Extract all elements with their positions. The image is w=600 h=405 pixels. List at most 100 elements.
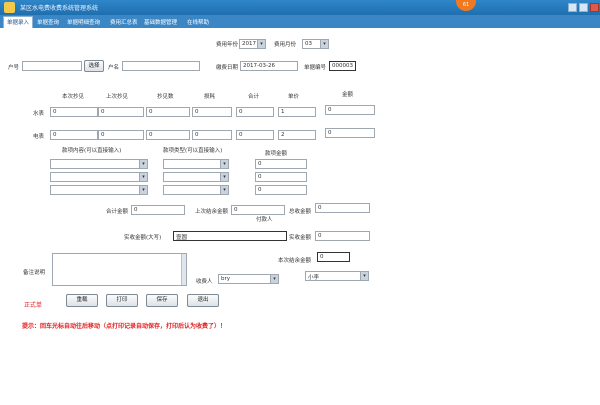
fee-type-label: 款项类型(可以直接输入) bbox=[163, 148, 223, 154]
electric-count-input[interactable]: 0 bbox=[146, 130, 190, 140]
account-label: 户号 bbox=[8, 65, 20, 71]
fee-type-select-1[interactable]: ▾ bbox=[163, 159, 229, 169]
received-upper-label: 实收金额(大写) bbox=[124, 235, 162, 241]
fee-type-select-2[interactable]: ▾ bbox=[163, 172, 229, 182]
tab-document-detail-query[interactable]: 单据明细查询 bbox=[64, 17, 103, 27]
doc-no-input[interactable]: 000003 bbox=[329, 61, 356, 71]
chevron-down-icon[interactable]: ▾ bbox=[139, 173, 147, 181]
received-input[interactable]: 0 bbox=[315, 231, 370, 241]
tab-document-query[interactable]: 单据查询 bbox=[34, 17, 62, 27]
chevron-down-icon[interactable]: ▾ bbox=[220, 186, 228, 194]
water-loss-input[interactable]: 0 bbox=[192, 107, 232, 117]
fee-type-select-3[interactable]: ▾ bbox=[163, 185, 229, 195]
doc-no-label: 单据编号 bbox=[304, 65, 327, 71]
print-button[interactable]: 打印 bbox=[106, 294, 138, 307]
tab-base-data[interactable]: 基础数据管理 bbox=[141, 17, 180, 27]
col-loss: 损耗 bbox=[204, 94, 216, 100]
remarks-scrollbar[interactable] bbox=[181, 254, 186, 285]
remarks-label: 备注说明 bbox=[23, 270, 46, 276]
collector-label: 收费人 bbox=[196, 279, 213, 285]
fee-item-select-1[interactable]: ▾ bbox=[50, 159, 148, 169]
total-label: 总收金额 bbox=[289, 209, 312, 215]
reload-button[interactable]: 重载 bbox=[66, 294, 98, 307]
tab-bar: 单据录入 单据查询 单据明细查询 费用汇总表 基础数据管理 在线帮助 bbox=[0, 15, 600, 28]
balance-input[interactable]: 0 bbox=[317, 252, 350, 262]
electric-loss-input[interactable]: 0 bbox=[192, 130, 232, 140]
chevron-down-icon[interactable]: ▾ bbox=[139, 160, 147, 168]
water-count-input[interactable]: 0 bbox=[146, 107, 190, 117]
electric-last-input[interactable]: 0 bbox=[98, 130, 144, 140]
fee-item-select-2[interactable]: ▾ bbox=[50, 172, 148, 182]
title-bar: 某区水电费收费系统管理系统 61 bbox=[0, 0, 600, 15]
col-sum: 合计 bbox=[248, 94, 260, 100]
remarks-textarea[interactable] bbox=[52, 253, 187, 286]
last-balance-input[interactable]: 0 bbox=[231, 205, 285, 215]
date-input[interactable]: 2017-03-26 bbox=[240, 61, 298, 71]
fee-amount-input-2[interactable]: 0 bbox=[255, 172, 307, 182]
total-input[interactable]: 0 bbox=[315, 203, 370, 213]
received-upper-input[interactable]: 壹圆 bbox=[173, 231, 287, 241]
main-form: 费用年份 2017 ▾ 费用月份 03 ▾ 户号 选择 户名 缴费日期 2017… bbox=[0, 28, 600, 405]
water-unit-price-input[interactable]: 1 bbox=[278, 107, 316, 117]
electric-sum-input[interactable]: 0 bbox=[236, 130, 274, 140]
subtotal-input[interactable]: 0 bbox=[131, 205, 185, 215]
close-icon[interactable] bbox=[590, 3, 599, 12]
status-label: 正式单 bbox=[24, 302, 43, 309]
chevron-down-icon[interactable]: ▾ bbox=[220, 173, 228, 181]
date-label: 缴费日期 bbox=[216, 65, 239, 71]
exit-button[interactable]: 退出 bbox=[187, 294, 219, 307]
electric-amount-input[interactable]: 0 bbox=[325, 128, 375, 138]
fee-item-label: 款项内容(可以直接输入) bbox=[62, 148, 122, 154]
name-label: 户名 bbox=[108, 65, 120, 71]
select-account-button[interactable]: 选择 bbox=[84, 60, 104, 72]
chevron-down-icon[interactable]: ▾ bbox=[257, 40, 265, 48]
fee-amount-input-1[interactable]: 0 bbox=[255, 159, 307, 169]
fee-month-select[interactable]: 03 ▾ bbox=[302, 39, 329, 49]
collector-select[interactable]: bry ▾ bbox=[218, 274, 279, 284]
save-button[interactable]: 保存 bbox=[146, 294, 178, 307]
col-reading-count: 抄见数 bbox=[157, 94, 174, 100]
tab-document-entry[interactable]: 单据录入 bbox=[3, 16, 34, 28]
fee-item-select-3[interactable]: ▾ bbox=[50, 185, 148, 195]
maximize-icon[interactable] bbox=[579, 3, 588, 12]
fee-year-select[interactable]: 2017 ▾ bbox=[239, 39, 266, 49]
chevron-down-icon[interactable]: ▾ bbox=[139, 186, 147, 194]
fee-amount-input-3[interactable]: 0 bbox=[255, 185, 307, 195]
unit-select[interactable]: 小李 ▾ bbox=[305, 271, 369, 281]
fee-amount-label: 款项金额 bbox=[265, 151, 288, 157]
water-sum-input[interactable]: 0 bbox=[236, 107, 274, 117]
chevron-down-icon[interactable]: ▾ bbox=[320, 40, 328, 48]
tip-text: 提示：回车光标自动往后移动（点打印记录自动保存，打印后认为收费了）！ bbox=[22, 323, 227, 330]
fee-year-value: 2017 bbox=[242, 41, 256, 47]
col-last-reading: 上次抄见 bbox=[106, 94, 129, 100]
fee-month-value: 03 bbox=[305, 41, 312, 47]
chevron-down-icon[interactable]: ▾ bbox=[360, 272, 368, 280]
last-balance-label: 上次结余金额 bbox=[195, 209, 229, 215]
tab-online-help[interactable]: 在线帮助 bbox=[184, 17, 212, 27]
account-input[interactable] bbox=[22, 61, 82, 71]
col-amount: 金额 bbox=[342, 92, 354, 98]
col-unit-price: 单价 bbox=[288, 94, 300, 100]
collector-value: bry bbox=[221, 276, 231, 282]
minimize-icon[interactable] bbox=[568, 3, 577, 12]
app-title: 某区水电费收费系统管理系统 bbox=[20, 5, 99, 12]
electric-meter-label: 电表 bbox=[33, 134, 45, 140]
water-amount-input[interactable]: 0 bbox=[325, 105, 375, 115]
water-meter-label: 水表 bbox=[33, 111, 45, 117]
water-current-input[interactable]: 0 bbox=[50, 107, 98, 117]
name-input[interactable] bbox=[122, 61, 200, 71]
electric-current-input[interactable]: 0 bbox=[50, 130, 98, 140]
chevron-down-icon[interactable]: ▾ bbox=[220, 160, 228, 168]
water-last-input[interactable]: 0 bbox=[98, 107, 144, 117]
received-label: 实收金额 bbox=[289, 235, 312, 241]
notification-badge[interactable]: 61 bbox=[456, 0, 476, 11]
electric-unit-price-input[interactable]: 2 bbox=[278, 130, 316, 140]
unit-value: 小李 bbox=[308, 275, 320, 281]
tab-fee-summary[interactable]: 费用汇总表 bbox=[107, 17, 141, 27]
col-current-reading: 本次抄见 bbox=[62, 94, 85, 100]
balance-label: 本次结余金额 bbox=[278, 258, 312, 264]
subtotal-label: 合计金额 bbox=[106, 209, 129, 215]
fee-year-label: 费用年份 bbox=[216, 42, 239, 48]
chevron-down-icon[interactable]: ▾ bbox=[270, 275, 278, 283]
fee-month-label: 费用月份 bbox=[274, 42, 297, 48]
